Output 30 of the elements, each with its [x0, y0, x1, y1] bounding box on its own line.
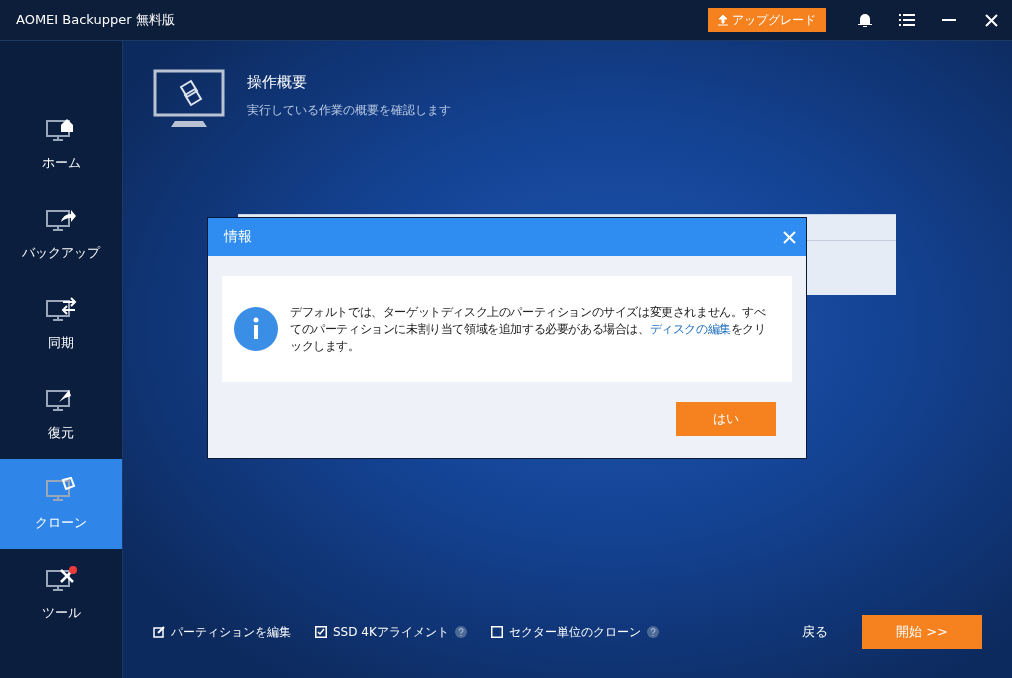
sidebar-label: バックアップ — [22, 244, 100, 262]
option-label: パーティションを編集 — [171, 623, 291, 641]
edit-disk-link[interactable]: ディスクの編集 — [649, 321, 731, 336]
upload-icon — [718, 14, 728, 26]
help-icon[interactable] — [454, 626, 467, 638]
sidebar-item[interactable]: クローン — [0, 459, 122, 549]
dialog-title: 情報 — [224, 228, 252, 246]
page-title: 操作概要 — [247, 73, 308, 92]
window-title: AOMEI Backupper 無料版 — [16, 11, 176, 29]
help-icon[interactable] — [646, 626, 659, 638]
sidebar-label: 復元 — [48, 424, 74, 442]
sidebar-item[interactable]: 復元 — [0, 369, 122, 459]
checkbox[interactable] — [490, 626, 503, 638]
option-label: セクター単位のクローン — [508, 623, 641, 641]
message-text: デフォルトでは、ターゲットディスク上のパーティションのサイズは変更されません。すべてのパーティションに未割り当て領域を追加する必要がある場合は、ディスクの編集をクリックします。 — [290, 303, 767, 355]
page-subtitle: 実行している作業の概要を確認します — [247, 102, 451, 119]
back-button[interactable]: 戻る — [796, 622, 834, 642]
sidebar-item[interactable]: ホーム — [0, 99, 122, 189]
checkbox[interactable] — [315, 626, 327, 638]
monitor-icon — [153, 69, 225, 129]
sidebar-item[interactable]: バックアップ — [0, 189, 122, 279]
sidebar-label: 同期 — [48, 334, 74, 352]
sidebar-label: クローン — [35, 514, 87, 532]
edit-checkbox-icon[interactable] — [153, 626, 165, 638]
sidebar-item[interactable]: ツール — [0, 549, 122, 639]
sidebar-item[interactable]: 同期 — [0, 279, 122, 369]
option-label: SSD 4Kアライメント — [333, 623, 449, 641]
sidebar-label: ホーム — [41, 154, 81, 172]
info-icon — [234, 307, 278, 351]
sidebar-label: ツール — [41, 604, 81, 622]
